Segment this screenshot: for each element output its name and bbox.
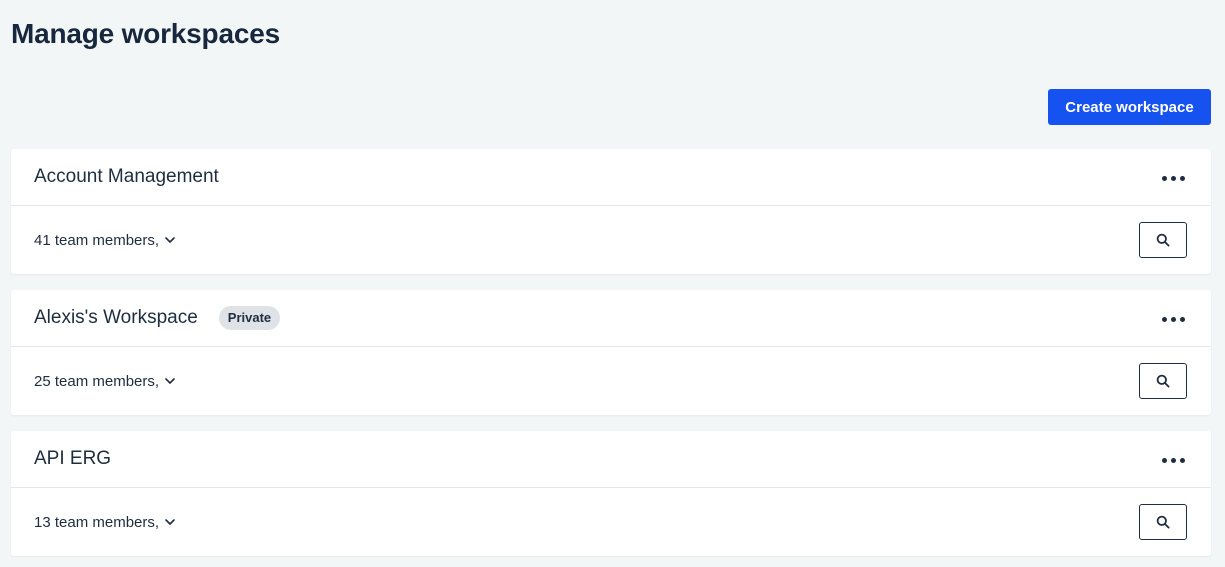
workspace-header: API ERG bbox=[11, 431, 1211, 488]
page: Manage workspaces Create workspace Accou… bbox=[0, 0, 1225, 567]
page-title: Manage workspaces bbox=[11, 18, 280, 49]
team-members-toggle[interactable]: 41 team members, bbox=[34, 232, 176, 249]
create-workspace-button[interactable]: Create workspace bbox=[1048, 89, 1211, 125]
workspace-body: 13 team members, bbox=[11, 488, 1211, 556]
workspace-name: API ERG bbox=[34, 448, 112, 469]
team-members-count: 13 team members, bbox=[34, 513, 160, 531]
workspace-body: 41 team members, bbox=[11, 206, 1211, 274]
chevron-down-icon bbox=[165, 237, 175, 243]
search-members-button[interactable] bbox=[1139, 363, 1187, 399]
workspace-name: Alexis's Workspace bbox=[34, 307, 198, 328]
more-options-button[interactable] bbox=[1153, 445, 1193, 475]
private-badge: Private bbox=[218, 306, 281, 330]
more-horizontal-icon bbox=[1161, 457, 1167, 463]
more-horizontal-icon bbox=[1161, 175, 1167, 181]
workspace-body: 25 team members, bbox=[11, 347, 1211, 415]
chevron-down-icon bbox=[165, 378, 175, 384]
workspace-card: Alexis's Workspace Private 25 team membe… bbox=[11, 290, 1211, 415]
search-icon bbox=[1156, 233, 1170, 247]
workspace-list: Account Management 41 team members, Alex… bbox=[11, 149, 1211, 567]
chevron-down-icon bbox=[165, 519, 175, 525]
more-options-button[interactable] bbox=[1153, 304, 1193, 334]
search-icon bbox=[1156, 515, 1170, 529]
search-members-button[interactable] bbox=[1139, 504, 1187, 540]
workspace-header: Account Management bbox=[11, 149, 1211, 206]
more-horizontal-icon bbox=[1161, 316, 1167, 322]
workspace-card: API ERG 13 team members, bbox=[11, 431, 1211, 556]
workspace-name: Account Management bbox=[34, 166, 219, 187]
team-members-toggle[interactable]: 25 team members, bbox=[34, 373, 176, 390]
search-members-button[interactable] bbox=[1139, 222, 1187, 258]
team-members-count: 25 team members, bbox=[34, 372, 160, 390]
workspace-card: Account Management 41 team members, bbox=[11, 149, 1211, 274]
team-members-count: 41 team members, bbox=[34, 231, 160, 249]
search-icon bbox=[1156, 374, 1170, 388]
workspace-header: Alexis's Workspace Private bbox=[11, 290, 1211, 347]
team-members-toggle[interactable]: 13 team members, bbox=[34, 514, 176, 531]
more-options-button[interactable] bbox=[1153, 163, 1193, 193]
